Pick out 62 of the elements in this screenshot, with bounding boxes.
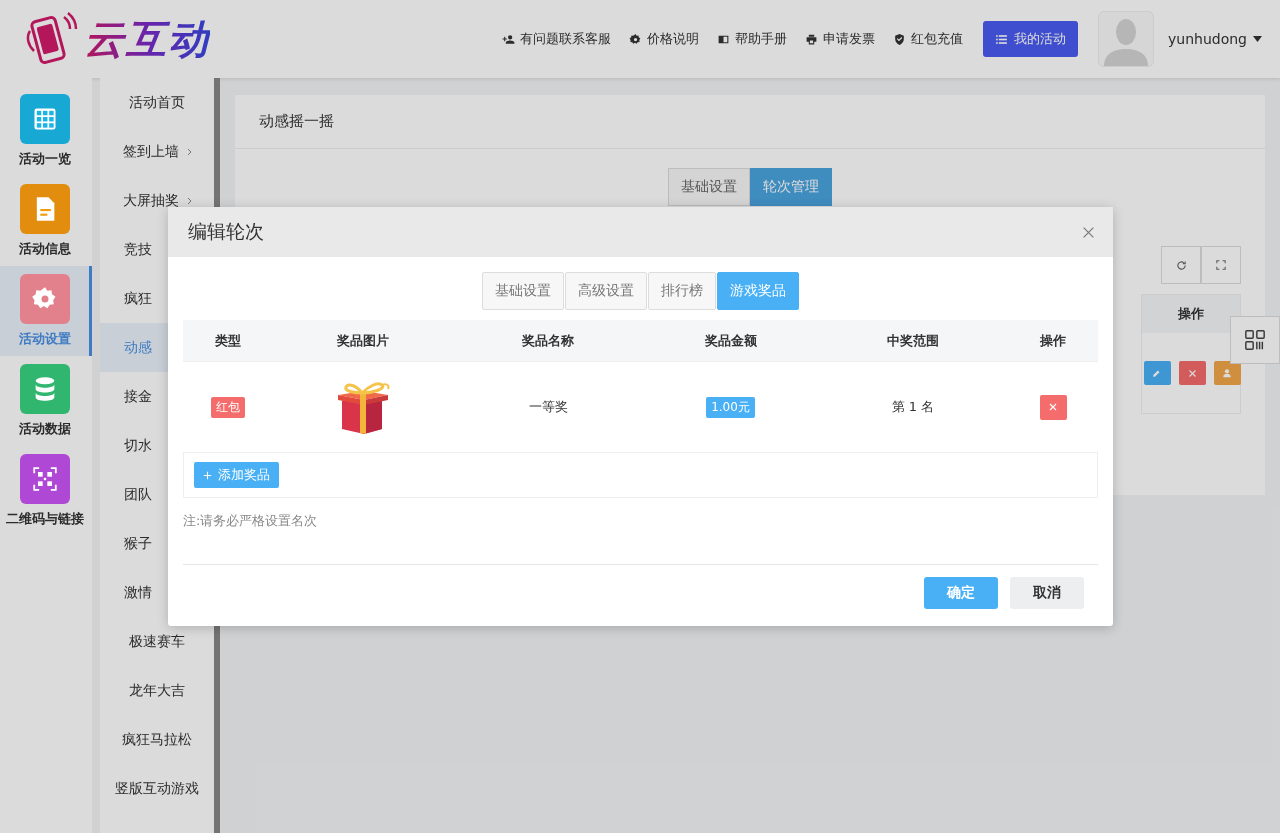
close-button[interactable] — [1082, 225, 1095, 239]
chevron-right-icon — [186, 196, 192, 205]
pencil-icon — [1152, 368, 1162, 378]
header-link[interactable]: 申请发票 — [805, 30, 875, 48]
amount-tag: 1.00元 — [706, 396, 755, 418]
user-menu[interactable]: yunhudong — [1168, 31, 1262, 47]
fullscreen-icon — [1216, 260, 1226, 270]
list-icon — [995, 32, 1008, 46]
shield-check-icon — [893, 32, 906, 46]
close-icon — [1082, 225, 1095, 239]
nav-label: 活动数据 — [18, 420, 71, 438]
tab[interactable]: 基础设置 — [482, 272, 564, 310]
header-link[interactable]: 有问题联系客服 — [502, 30, 611, 48]
edit-button[interactable] — [1143, 361, 1171, 385]
nav-item[interactable]: 活动数据 — [0, 356, 92, 446]
user-button[interactable] — [1213, 361, 1241, 385]
type-tag: 红包 — [211, 396, 245, 418]
nav-item[interactable]: 活动信息 — [0, 176, 92, 266]
header-link[interactable]: 价格说明 — [629, 30, 699, 48]
column-header: 奖品图片 — [273, 320, 453, 362]
qr-code-button[interactable] — [1230, 316, 1280, 364]
my-activity-button[interactable]: 我的活动 — [983, 21, 1078, 57]
tab[interactable]: 排行榜 — [648, 272, 716, 310]
tab[interactable]: 高级设置 — [565, 272, 647, 310]
nav-item[interactable]: 二维码与链接 — [0, 446, 92, 536]
nav-label: 活动一览 — [18, 150, 71, 168]
close-icon — [1049, 403, 1057, 411]
column-header: 类型 — [183, 320, 273, 362]
header-link[interactable]: 帮助手册 — [717, 30, 787, 48]
chevron-right-icon — [186, 147, 192, 156]
person-icon — [1222, 368, 1232, 378]
delete-button[interactable] — [1178, 361, 1206, 385]
column-header: 中奖范围 — [818, 320, 1008, 362]
delete-button[interactable] — [1039, 394, 1067, 420]
avatar[interactable] — [1098, 11, 1154, 67]
column-header: 奖品名称 — [453, 320, 643, 362]
printer-icon — [805, 32, 818, 46]
nav-label: 活动设置 — [18, 330, 71, 348]
column-header: 奖品金额 — [643, 320, 818, 362]
tab[interactable]: 基础设置 — [668, 168, 750, 206]
qr-code-icon — [30, 465, 59, 493]
close-icon — [1187, 368, 1197, 378]
qr-code-icon — [1244, 329, 1266, 351]
table-header-cell: 操作 — [1142, 295, 1240, 333]
user-silhouette-icon — [1102, 16, 1150, 66]
cancel-button[interactable]: 取消 — [1010, 577, 1084, 609]
gear-icon — [629, 32, 642, 46]
header-link[interactable]: 红包充值 — [893, 30, 963, 48]
page-title: 动感摇一摇 — [235, 95, 1265, 149]
person-add-icon — [502, 32, 515, 46]
table-cell-text: 一等奖 — [527, 398, 569, 416]
note-text: 注:请务必严格设置名次 — [183, 512, 1098, 565]
refresh-icon — [1175, 259, 1187, 271]
nav-label: 活动信息 — [18, 240, 71, 258]
column-header: 操作 — [1008, 320, 1098, 362]
table-cell-text: 第 1 名 — [890, 398, 936, 416]
caret-icon — [1253, 36, 1262, 42]
plus-icon — [203, 470, 212, 480]
nav-label: 二维码与链接 — [5, 510, 84, 528]
fullscreen-button[interactable] — [1201, 246, 1241, 284]
refresh-button[interactable] — [1161, 246, 1201, 284]
nav-item[interactable]: 活动一览 — [0, 86, 92, 176]
